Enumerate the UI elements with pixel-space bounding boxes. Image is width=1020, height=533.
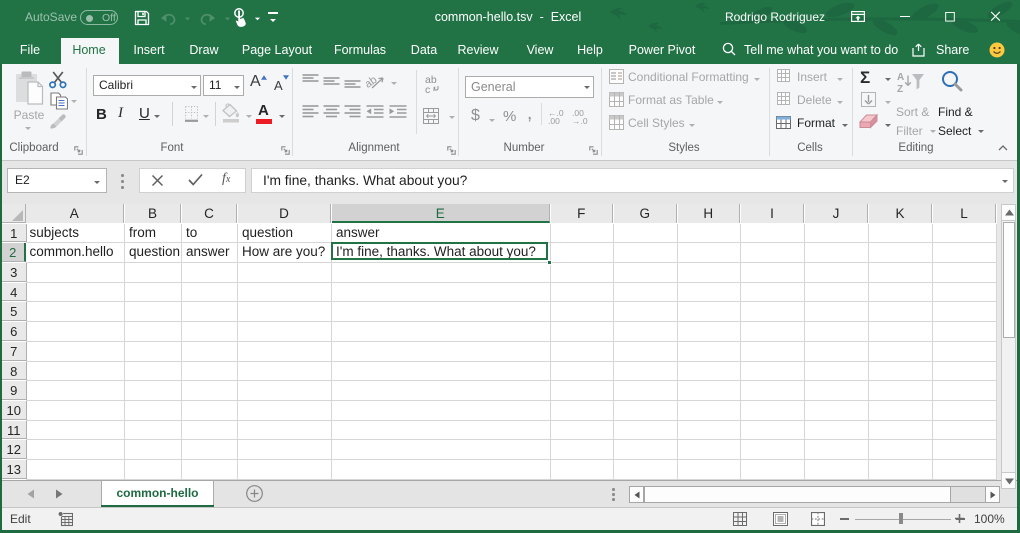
svg-text:c: c [425,84,430,94]
svg-text:A: A [897,72,904,83]
svg-text:Z: Z [897,84,903,94]
